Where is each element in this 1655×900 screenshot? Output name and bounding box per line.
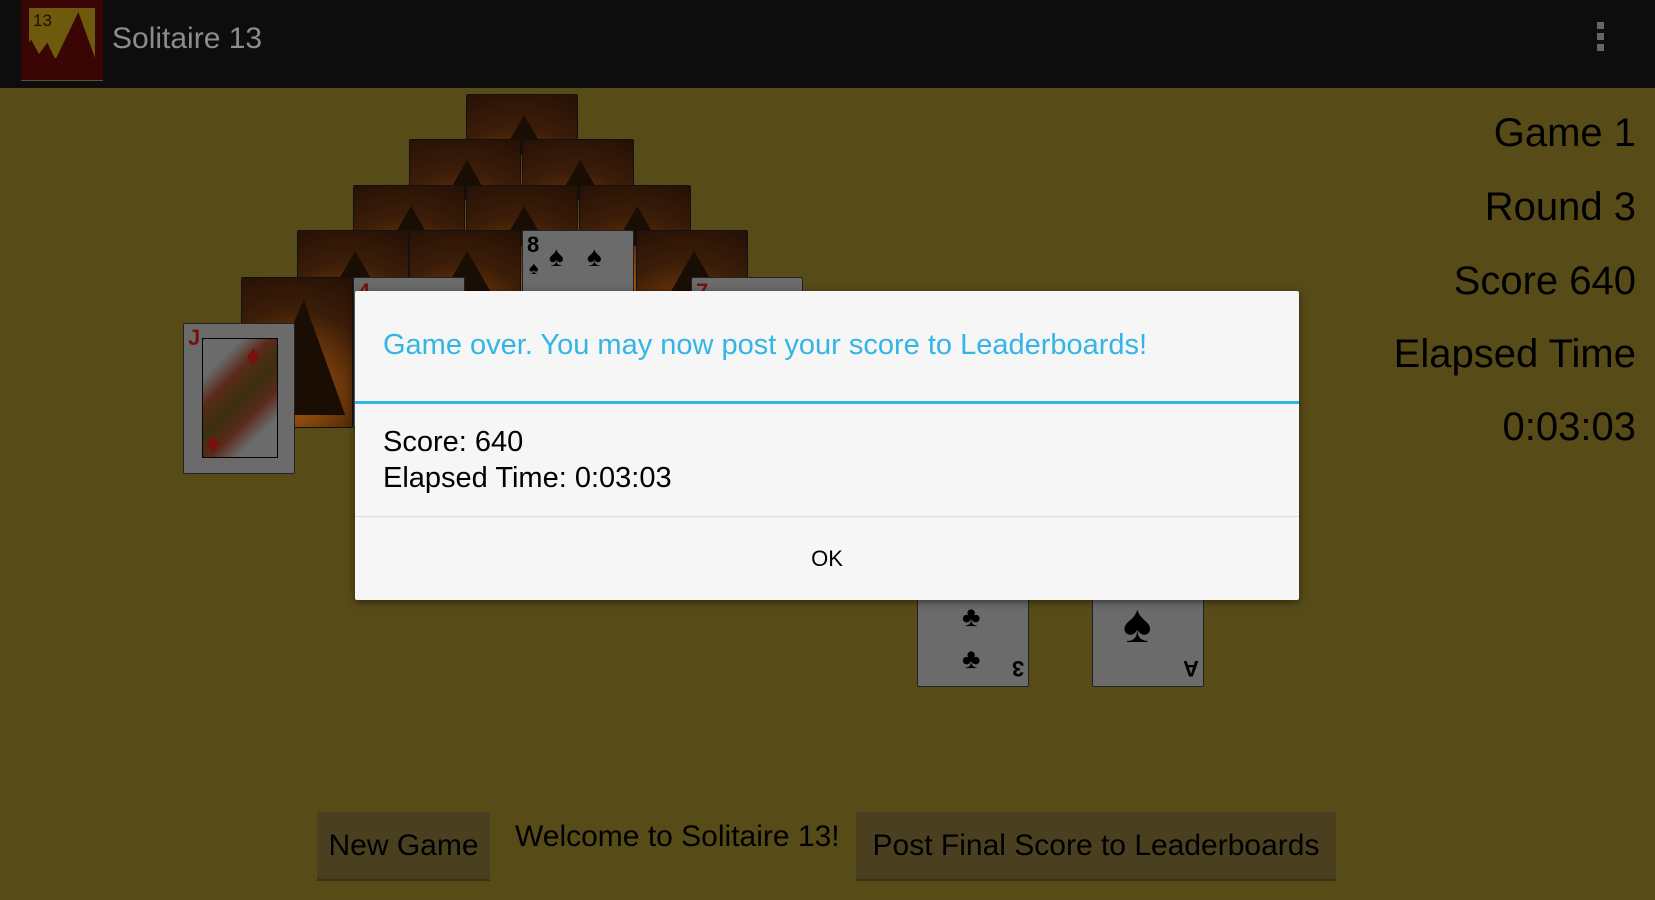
score: Score 640 — [1453, 259, 1636, 303]
app-title: Solitaire 13 — [112, 22, 263, 55]
game-over-dialog: Game over. You may now post your score t… — [355, 291, 1299, 600]
new-game-button[interactable]: New Game — [317, 812, 490, 881]
status-message: Welcome to Solitaire 13! — [515, 820, 840, 853]
dialog-score: Score: 640 — [383, 426, 524, 458]
elapsed-time-value: 0:03:03 — [1502, 405, 1636, 449]
game-number: Game 1 — [1493, 111, 1636, 155]
ok-button[interactable]: OK — [355, 517, 1299, 600]
card-jack-diamonds[interactable]: J ♦ ♦ — [183, 323, 295, 474]
dialog-title: Game over. You may now post your score t… — [383, 329, 1148, 361]
action-bar: 13 Solitaire 13 — [0, 0, 1655, 88]
dialog-title-divider — [355, 401, 1299, 404]
dialog-elapsed-time: Elapsed Time: 0:03:03 — [383, 462, 672, 494]
dialog-message: Score: 640 Elapsed Time: 0:03:03 — [383, 424, 672, 496]
round-number: Round 3 — [1484, 185, 1636, 229]
overflow-menu-icon[interactable] — [1592, 22, 1608, 58]
app-logo-icon[interactable]: 13 — [21, 0, 103, 81]
post-score-button[interactable]: Post Final Score to Leaderboards — [856, 812, 1336, 881]
elapsed-time-label: Elapsed Time — [1393, 332, 1636, 376]
